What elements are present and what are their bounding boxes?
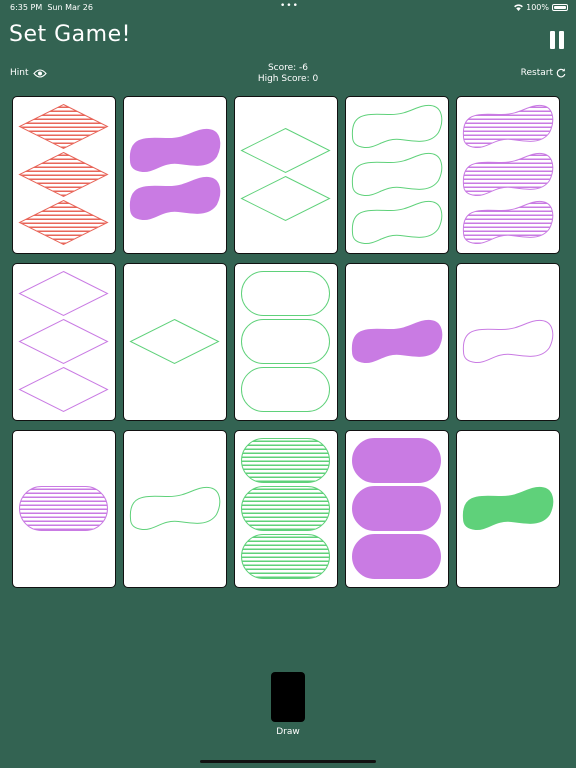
card-symbols xyxy=(129,486,221,531)
score-text: Score: -6 xyxy=(267,63,309,73)
diamond-symbol xyxy=(18,318,109,365)
card-3-striped-red-diamond[interactable] xyxy=(12,96,116,254)
card-1-open-green-squiggle[interactable] xyxy=(123,430,227,588)
wifi-icon xyxy=(514,4,523,11)
card-3-open-green-oval[interactable] xyxy=(234,263,338,421)
diamond-symbol xyxy=(18,366,109,413)
oval-symbol xyxy=(241,367,330,412)
diamond-symbol xyxy=(240,175,331,222)
squiggle-symbol xyxy=(129,128,221,173)
card-symbols xyxy=(462,319,554,364)
card-symbols xyxy=(18,270,109,413)
card-symbols xyxy=(352,438,441,579)
diamond-symbol xyxy=(129,318,220,365)
squiggle-symbol xyxy=(351,152,443,197)
squiggle-symbol xyxy=(462,152,554,197)
status-bar: 6:35 PM Sun Mar 26 ••• 100% xyxy=(0,0,576,14)
card-symbols xyxy=(241,271,330,412)
diamond-symbol xyxy=(18,103,109,150)
status-time: 6:35 PM Sun Mar 26 xyxy=(10,3,93,12)
oval-symbol xyxy=(19,486,108,531)
card-3-solid-purple-oval[interactable] xyxy=(345,430,449,588)
card-symbols xyxy=(241,438,330,579)
card-symbols xyxy=(19,486,108,531)
diamond-symbol xyxy=(18,199,109,246)
squiggle-symbol xyxy=(351,200,443,245)
card-3-open-purple-diamond[interactable] xyxy=(12,263,116,421)
card-3-striped-green-oval[interactable] xyxy=(234,430,338,588)
card-1-solid-purple-squiggle[interactable] xyxy=(345,263,449,421)
card-symbols xyxy=(351,104,443,245)
restart-button[interactable]: Restart xyxy=(521,68,566,78)
restart-label: Restart xyxy=(520,68,553,78)
card-1-open-green-diamond[interactable] xyxy=(123,263,227,421)
restart-icon xyxy=(556,68,566,78)
card-symbols xyxy=(462,486,554,531)
squiggle-symbol xyxy=(462,104,554,149)
status-indicators: 100% xyxy=(514,3,568,12)
score-display: Score: -6 High Score: 0 xyxy=(188,63,388,85)
pause-icon xyxy=(550,31,555,49)
oval-symbol xyxy=(241,534,330,579)
high-score-text: High Score: 0 xyxy=(257,74,319,84)
oval-symbol xyxy=(352,534,441,579)
card-1-open-purple-squiggle[interactable] xyxy=(456,263,560,421)
battery-percent: 100% xyxy=(526,3,549,12)
squiggle-symbol xyxy=(351,104,443,149)
squiggle-symbol xyxy=(462,319,554,364)
card-symbols xyxy=(462,104,554,245)
squiggle-symbol xyxy=(351,319,443,364)
draw-deck-button[interactable] xyxy=(271,672,305,722)
card-1-solid-green-squiggle[interactable] xyxy=(456,430,560,588)
card-symbols xyxy=(129,318,220,365)
multitasking-dots-icon[interactable]: ••• xyxy=(280,1,299,11)
hint-label: Hint xyxy=(10,68,29,78)
diamond-symbol xyxy=(240,127,331,174)
hint-button[interactable]: Hint xyxy=(10,68,47,78)
pause-button[interactable] xyxy=(549,31,565,49)
oval-symbol xyxy=(241,438,330,483)
squiggle-symbol xyxy=(462,486,554,531)
card-symbols xyxy=(129,128,221,221)
card-symbols xyxy=(18,103,109,246)
oval-symbol xyxy=(352,438,441,483)
oval-symbol xyxy=(241,486,330,531)
card-symbols xyxy=(240,127,331,222)
oval-symbol xyxy=(241,319,330,364)
page-title: Set Game! xyxy=(9,22,131,47)
card-symbols xyxy=(351,319,443,364)
home-indicator[interactable] xyxy=(200,760,376,763)
card-1-striped-purple-oval[interactable] xyxy=(12,430,116,588)
oval-symbol xyxy=(241,271,330,316)
card-3-striped-purple-squiggle[interactable] xyxy=(456,96,560,254)
card-3-open-green-squiggle[interactable] xyxy=(345,96,449,254)
battery-icon xyxy=(552,4,568,11)
card-2-open-green-diamond[interactable] xyxy=(234,96,338,254)
draw-label: Draw xyxy=(276,727,300,737)
oval-symbol xyxy=(352,486,441,531)
squiggle-symbol xyxy=(129,486,221,531)
diamond-symbol xyxy=(18,151,109,198)
squiggle-symbol xyxy=(462,200,554,245)
diamond-symbol xyxy=(18,270,109,317)
squiggle-symbol xyxy=(129,176,221,221)
card-2-solid-purple-squiggle[interactable] xyxy=(123,96,227,254)
eye-icon xyxy=(32,68,47,78)
